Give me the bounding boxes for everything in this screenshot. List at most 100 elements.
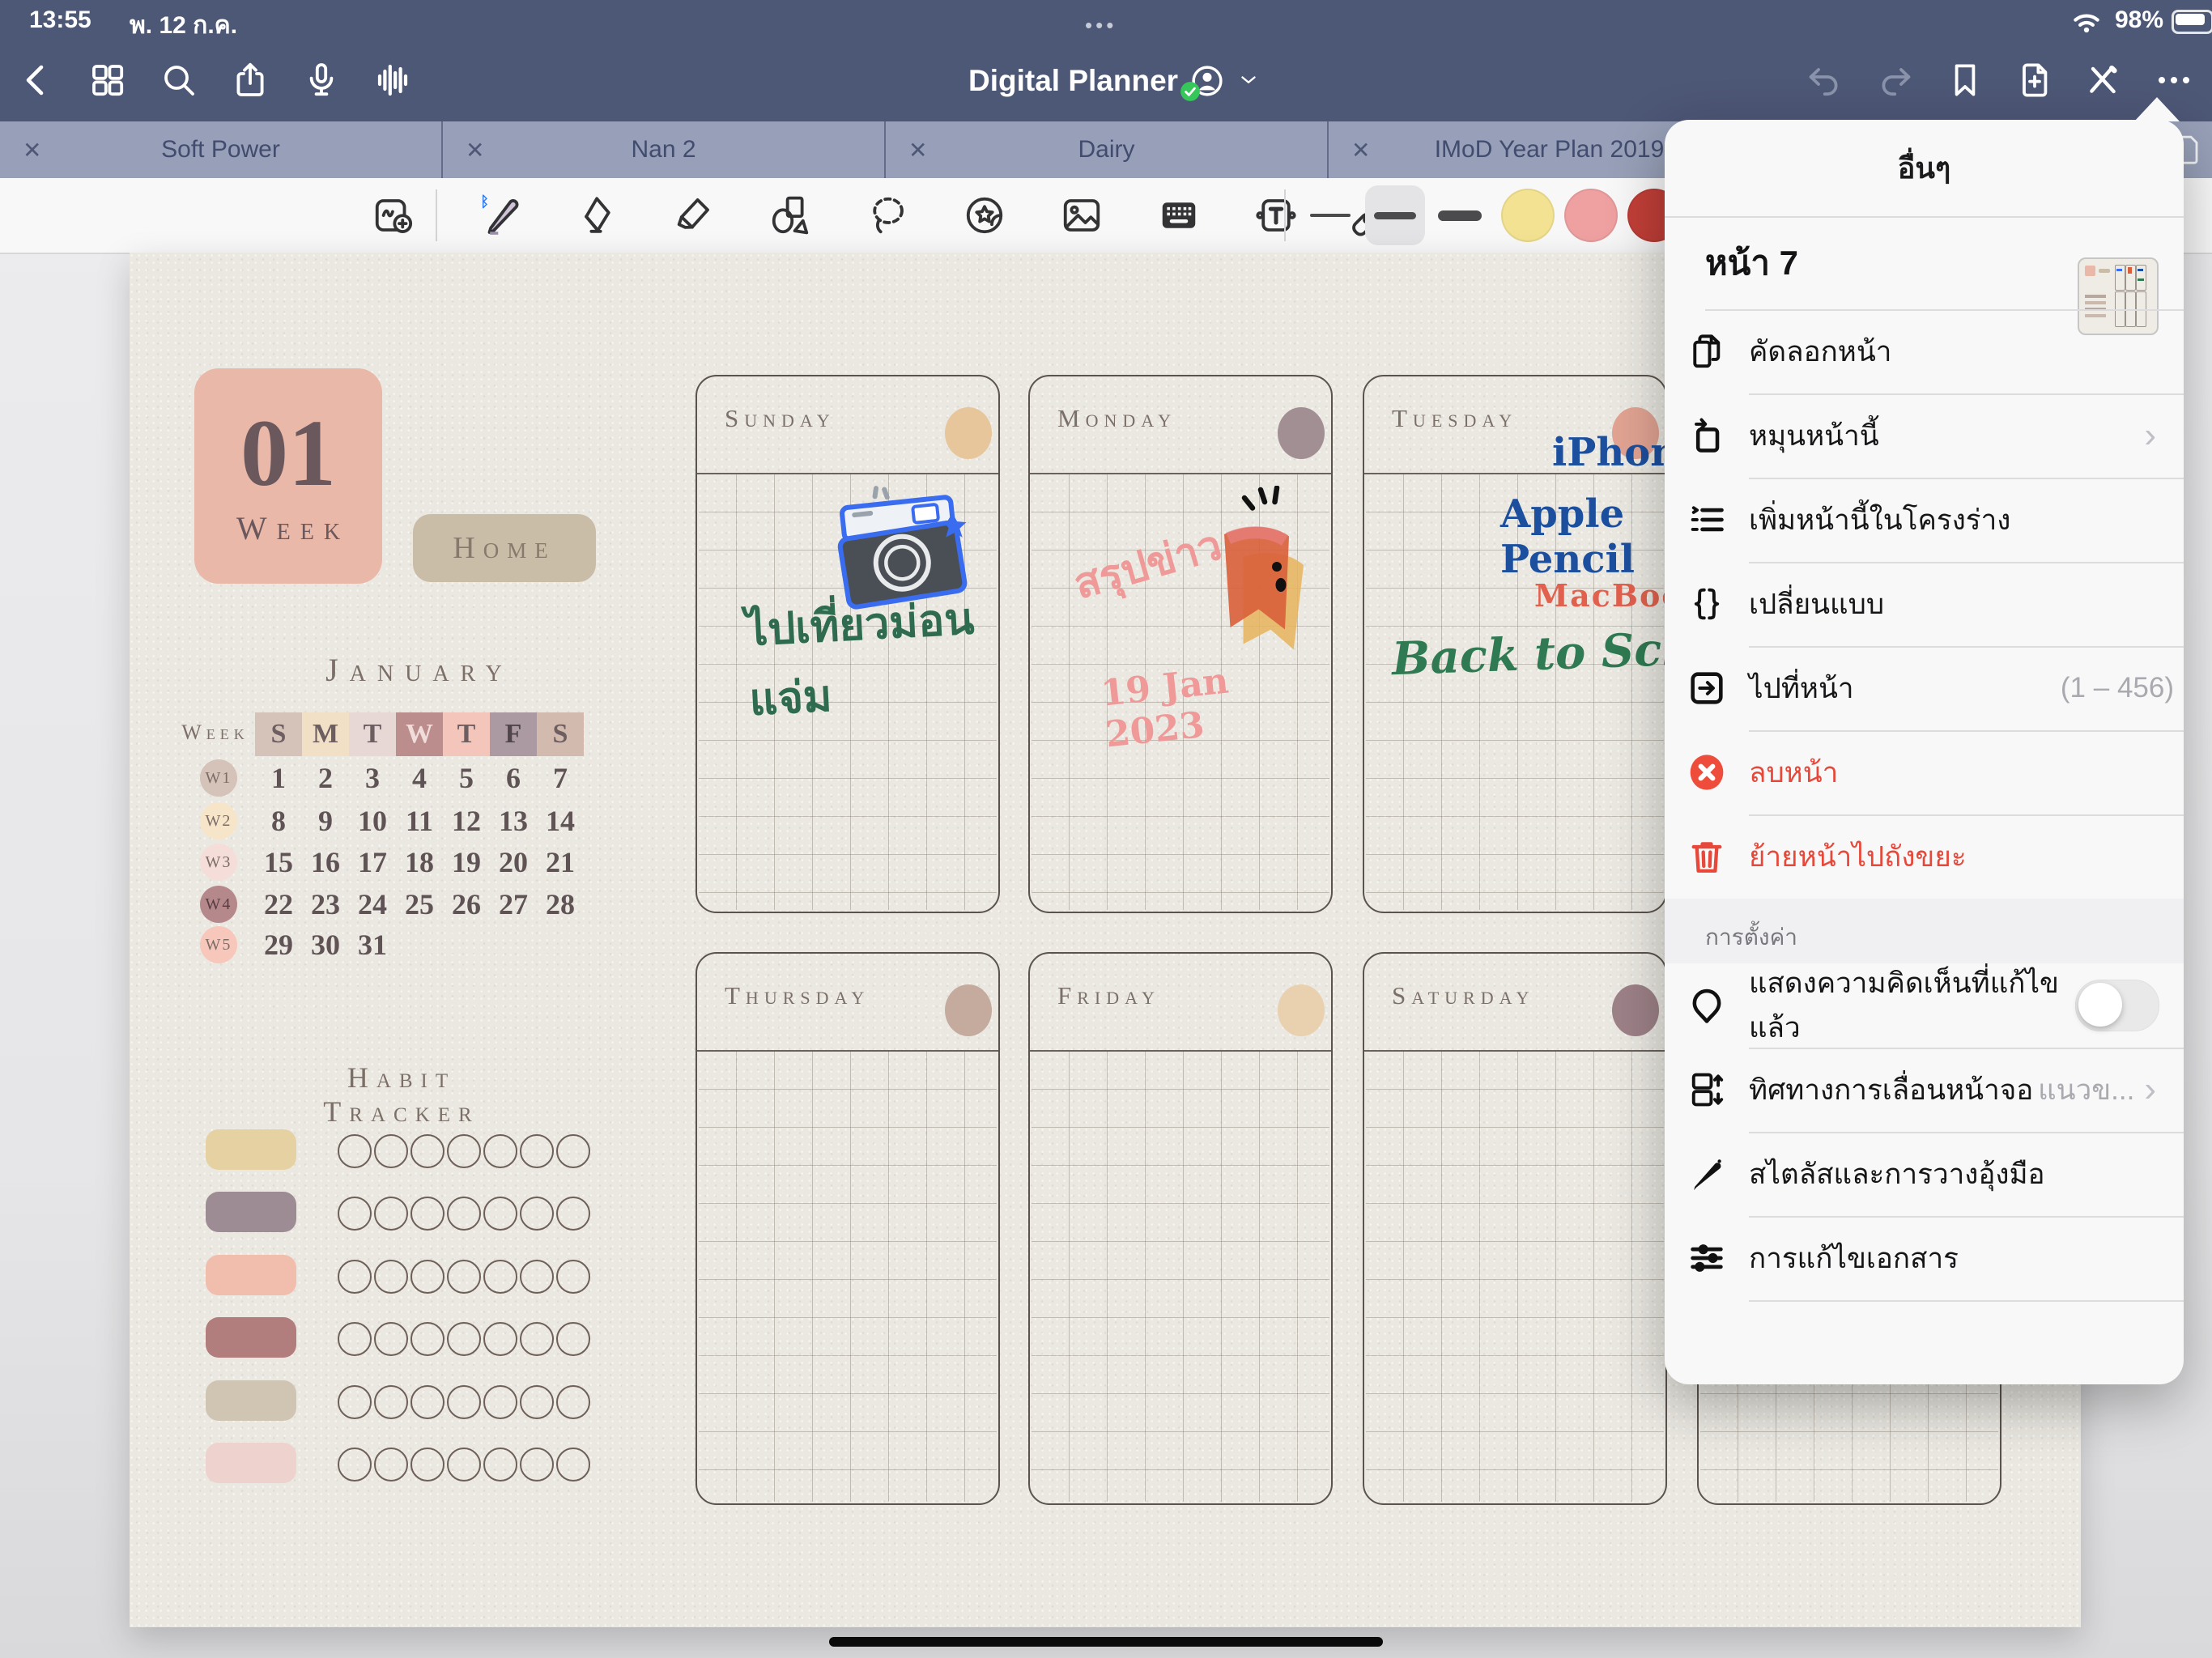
calendar-day: 24 — [349, 883, 396, 925]
calendar-day: 30 — [302, 924, 349, 966]
card-accent-circle — [1278, 984, 1325, 1036]
menu-item-add-to-outline[interactable]: เพิ่มหน้านี้ในโครงร่าง — [1665, 478, 2184, 562]
redo-icon[interactable] — [1867, 52, 1924, 108]
microphone-icon[interactable] — [293, 52, 350, 108]
setting-stylus-palm-rejection[interactable]: สไตลัสและการวางอุ้งมือ — [1665, 1132, 2184, 1216]
menu-item-delete-page[interactable]: ลบหน้า — [1665, 730, 2184, 814]
resolved-comments-toggle[interactable] — [2075, 980, 2159, 1031]
stroke-medium-option[interactable] — [1365, 185, 1425, 245]
menu-item-change-template[interactable]: เปลี่ยนแบบ — [1665, 562, 2184, 646]
calendar-day: 12 — [443, 800, 490, 842]
habit-circle — [447, 1260, 481, 1294]
stroke-thin-option[interactable] — [1305, 189, 1355, 242]
menu-item-label: คัดลอกหน้า — [1749, 329, 2184, 374]
eraser-tool-icon[interactable] — [565, 185, 627, 246]
setting-scroll-direction[interactable]: ทิศทางการเลื่อนหน้าจอ แนวข... › — [1665, 1048, 2184, 1132]
menu-item-label: ไปที่หน้า — [1749, 666, 2061, 711]
menu-item-rotate-page[interactable]: หมุนหน้านี้ › — [1665, 393, 2184, 478]
weekday-card-monday: Monday สรุปข่าว 19 Jan 2023 — [1028, 375, 1333, 913]
card-accent-circle — [1612, 984, 1659, 1036]
color-yellow[interactable] — [1501, 189, 1555, 242]
habit-pill — [206, 1317, 296, 1358]
wifi-icon — [2069, 8, 2104, 38]
calendar-day: 29 — [255, 924, 302, 966]
calendar-day: 14 — [537, 800, 584, 842]
share-icon[interactable] — [222, 52, 279, 108]
pen-disable-icon[interactable] — [2074, 52, 2131, 108]
day-header: T — [349, 712, 396, 756]
color-pink[interactable] — [1564, 189, 1618, 242]
home-button[interactable]: Home — [413, 514, 596, 582]
document-title-group[interactable]: Digital Planner — [968, 53, 1261, 108]
stroke-thick-option[interactable] — [1435, 189, 1485, 242]
bookmark-icon[interactable] — [1937, 52, 1993, 108]
audio-waveform-icon[interactable] — [364, 52, 421, 108]
week-row-badge: W2 — [200, 802, 237, 840]
handwriting-note: Apple Pencil — [1500, 491, 1665, 582]
copy-icon — [1665, 330, 1749, 372]
sticker-tool-icon[interactable] — [954, 185, 1015, 246]
calendar-day: 23 — [302, 883, 349, 925]
habit-circle — [483, 1448, 517, 1482]
card-day-title: Monday — [1057, 404, 1176, 433]
calendar-day: 26 — [443, 883, 490, 925]
calendar-day: 22 — [255, 883, 302, 925]
menu-item-move-to-trash[interactable]: ย้ายหน้าไปถังขยะ — [1665, 814, 2184, 899]
pen-tool-icon[interactable]: ᛒ — [470, 185, 531, 246]
thumbnails-icon[interactable] — [79, 52, 136, 108]
habit-tracker-title: Habit Tracker — [272, 1061, 531, 1129]
week-number: 01 — [240, 406, 336, 501]
habit-circle — [338, 1260, 372, 1294]
lasso-tool-icon[interactable] — [857, 185, 918, 246]
habit-circle — [520, 1322, 554, 1356]
search-icon[interactable] — [151, 52, 207, 108]
shapes-tool-icon[interactable] — [759, 185, 821, 246]
calendar-day: 7 — [537, 757, 584, 799]
calendar-day: 19 — [443, 841, 490, 883]
tab-soft-power[interactable]: ✕ Soft Power — [0, 121, 443, 178]
habit-circle — [410, 1260, 445, 1294]
week-row-badge: W3 — [200, 844, 237, 881]
calendar-month-title: January — [290, 651, 549, 689]
document-title: Digital Planner — [968, 64, 1178, 98]
habit-circle — [556, 1322, 590, 1356]
habit-circle — [520, 1260, 554, 1294]
back-icon[interactable] — [8, 52, 65, 108]
weekday-card-saturday: Saturday — [1363, 952, 1667, 1505]
battery-icon — [2172, 10, 2212, 34]
card-day-title: Friday — [1057, 981, 1160, 1010]
setting-label: แสดงความคิดเห็นที่แก้ไขแล้ว — [1749, 961, 2075, 1050]
menu-item-label: เพิ่มหน้านี้ในโครงร่าง — [1749, 498, 2184, 542]
calendar-day: 16 — [302, 841, 349, 883]
app-screen: 13:55 พ. 12 ก.ค. ••• 98% Digital Planner — [0, 0, 2212, 1658]
battery-percent: 98% — [2115, 6, 2163, 34]
home-indicator[interactable] — [829, 1637, 1383, 1647]
zoom-window-icon[interactable] — [363, 185, 424, 246]
multitask-dots[interactable]: ••• — [1085, 13, 1117, 38]
calendar-day: 1 — [255, 757, 302, 799]
menu-item-copy-page[interactable]: คัดลอกหน้า — [1665, 309, 2184, 393]
setting-label: ทิศทางการเลื่อนหน้าจอ — [1749, 1068, 2038, 1112]
add-page-icon[interactable] — [2006, 52, 2063, 108]
habit-circle — [520, 1197, 554, 1231]
tab-label: Soft Power — [0, 136, 441, 164]
keyboard-tool-icon[interactable] — [1148, 185, 1210, 246]
highlighter-tool-icon[interactable] — [662, 185, 724, 246]
tab-nan-2[interactable]: ✕ Nan 2 — [443, 121, 886, 178]
setting-document-editing[interactable]: การแก้ไขเอกสาร — [1665, 1216, 2184, 1300]
week-number-card: 01 Week — [194, 368, 382, 584]
setting-label: สไตลัสและการวางอุ้งมือ — [1749, 1152, 2184, 1197]
outline-list-icon — [1665, 499, 1749, 541]
popover-arrow — [2134, 97, 2180, 121]
undo-icon[interactable] — [1796, 52, 1853, 108]
shared-avatar-icon — [1189, 63, 1225, 99]
text-tool-icon[interactable] — [1245, 185, 1307, 246]
calendar-week-label: Week — [167, 721, 264, 745]
image-tool-icon[interactable] — [1051, 185, 1112, 246]
menu-item-go-to-page[interactable]: ไปที่หน้า (1 – 456) — [1665, 646, 2184, 730]
week-label: Week — [236, 509, 350, 547]
tab-dairy[interactable]: ✕ Dairy — [886, 121, 1329, 178]
day-header: T — [443, 712, 490, 756]
habit-circle — [410, 1448, 445, 1482]
chevron-right-icon: › — [2144, 418, 2156, 453]
